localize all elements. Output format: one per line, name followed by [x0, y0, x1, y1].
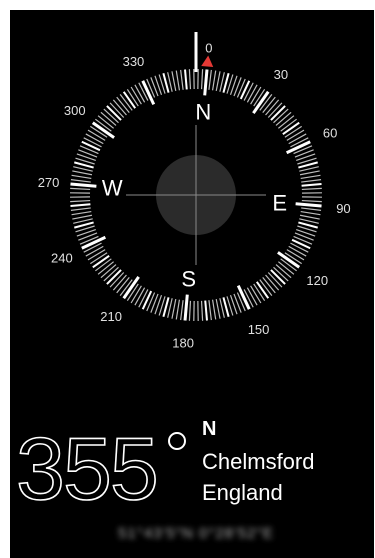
- degree-label-240: 240: [51, 251, 73, 266]
- dial-tick: [81, 140, 101, 152]
- degree-label-270: 270: [38, 175, 60, 190]
- dial-tick: [299, 170, 320, 176]
- degree-label-300: 300: [64, 103, 86, 118]
- dial-tick: [215, 71, 221, 92]
- dial-tick: [70, 207, 91, 211]
- dial-tick: [300, 174, 321, 180]
- dial-tick: [72, 214, 93, 220]
- dial-tick: [239, 80, 251, 100]
- dial-tick: [286, 129, 305, 141]
- coordinates-readout: 51°43′5″N 0°28′52″E: [118, 525, 274, 542]
- dial-tick: [208, 69, 212, 90]
- degree-label-30: 30: [274, 67, 288, 82]
- dial-tick: [79, 145, 99, 155]
- dial-tick: [236, 78, 246, 98]
- cardinal-south: S: [181, 267, 196, 292]
- dial-tick: [87, 249, 106, 261]
- degree-label-330: 330: [123, 54, 145, 69]
- heading-value: 355: [15, 419, 159, 518]
- degree-label-180: 180: [172, 335, 194, 350]
- degree-label-60: 60: [323, 125, 337, 140]
- dial-tick: [184, 69, 188, 90]
- dial-tick: [246, 287, 258, 306]
- dial-tick: [243, 82, 254, 101]
- dial-tick: [290, 242, 309, 253]
- dial-tick: [301, 199, 322, 203]
- dial-tick: [146, 292, 156, 312]
- dial-tick: [208, 300, 212, 321]
- heading-readout: 355: [15, 424, 159, 514]
- dial-tick: [70, 199, 91, 203]
- degree-label-0: 0: [205, 41, 212, 56]
- dial-tick: [175, 299, 181, 320]
- dial-tick: [171, 298, 177, 319]
- dial-tick: [70, 203, 91, 207]
- dial-tick: [300, 210, 321, 216]
- dial-tick: [83, 137, 102, 148]
- dial-tick: [301, 187, 322, 191]
- dial-tick: [200, 69, 204, 90]
- degree-label-90: 90: [336, 201, 350, 216]
- dial-tick: [291, 238, 311, 250]
- dial-tick: [130, 86, 142, 105]
- cardinal-east: E: [272, 190, 287, 215]
- dial-tick: [183, 294, 189, 321]
- dial-tick: [293, 235, 313, 245]
- dial-tick: [71, 174, 92, 180]
- dial-tick: [188, 69, 192, 90]
- dial-tick: [70, 179, 91, 183]
- compass-screen: N E S W 0 30 60 90 120 150 180 210 240 270 300 330 355 …: [10, 10, 374, 558]
- dial-tick: [180, 69, 184, 90]
- north-marker-icon: [201, 55, 214, 68]
- dial-tick: [85, 245, 104, 257]
- dial-tick: [204, 300, 208, 321]
- dial-tick: [188, 300, 192, 321]
- dial-tick: [301, 207, 322, 211]
- dial-tick: [250, 86, 262, 105]
- dial-tick: [200, 300, 204, 321]
- dial-tick: [72, 170, 93, 176]
- dial-tick: [175, 70, 181, 91]
- cardinal-west: W: [102, 176, 123, 201]
- dial-tick: [246, 84, 258, 103]
- location-city: Chelmsford: [202, 449, 315, 474]
- compass-dial[interactable]: N E S W 0 30 60 90 120 150 180 210 240 270 300 330: [10, 10, 374, 410]
- dial-tick: [171, 71, 177, 92]
- dial-tick: [211, 299, 217, 320]
- heading-direction: N: [202, 418, 217, 440]
- location-country: England: [202, 480, 283, 505]
- degree-symbol: [168, 432, 186, 450]
- dial-tick: [301, 183, 322, 187]
- dial-tick: [288, 133, 307, 145]
- degree-label-150: 150: [248, 322, 270, 337]
- dial-tick: [71, 210, 92, 216]
- dial-tick: [70, 187, 91, 191]
- dial-tick: [203, 69, 209, 96]
- dial-tick: [138, 289, 149, 308]
- cardinal-north: N: [195, 99, 211, 124]
- dial-tick: [134, 287, 146, 306]
- degree-label-120: 120: [306, 273, 328, 288]
- dial-tick: [87, 129, 106, 141]
- dial-tick: [180, 300, 184, 321]
- dial-tick: [301, 179, 322, 183]
- dial-tick: [134, 84, 146, 103]
- dial-tick: [70, 182, 97, 188]
- dial-tick: [288, 245, 307, 257]
- dial-tick: [215, 298, 221, 319]
- dial-tick: [299, 214, 320, 220]
- dial-tick: [286, 249, 305, 261]
- dial-tick: [211, 70, 217, 91]
- dial-tick: [130, 285, 142, 304]
- dial-tick: [295, 202, 322, 208]
- dial-tick: [141, 290, 153, 310]
- dial-tick: [250, 285, 262, 304]
- dial-tick: [85, 133, 104, 145]
- degree-label-210: 210: [100, 309, 122, 324]
